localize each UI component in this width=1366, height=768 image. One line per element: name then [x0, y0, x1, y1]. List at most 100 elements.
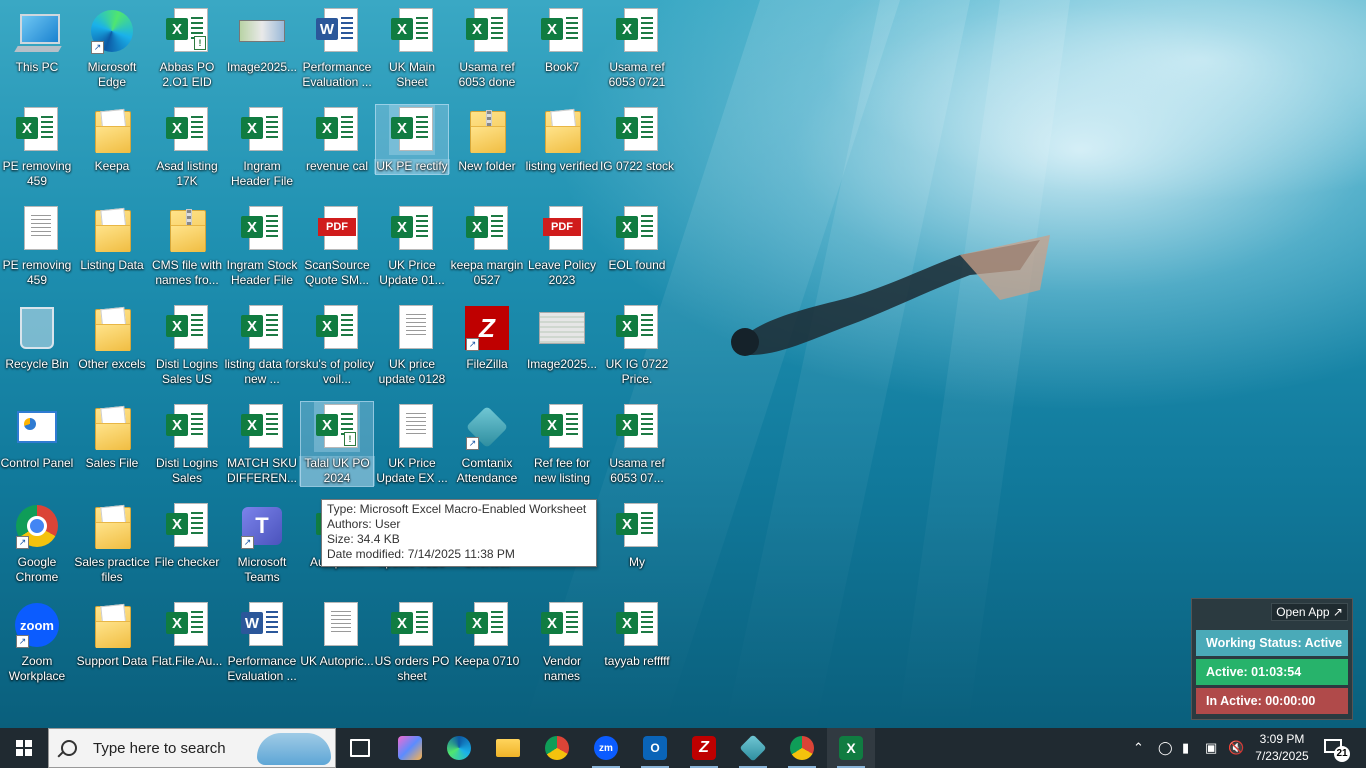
desktop-icon[interactable]: Xtayyab refffff: [601, 600, 673, 669]
desktop-icon[interactable]: Listing Data: [76, 204, 148, 273]
desktop-icon[interactable]: Image2025...: [226, 6, 298, 75]
show-hidden-icons-chevron[interactable]: ⌃: [1133, 739, 1144, 757]
desktop-icon[interactable]: X Usama ref 6053 07...: [601, 402, 673, 486]
desktop-icon-label: EOL found: [608, 258, 666, 272]
desktop-icon[interactable]: X IG 0722 stock: [600, 105, 674, 174]
excel-file-icon: X: [239, 105, 285, 155]
desktop-icon[interactable]: listing verified: [526, 105, 598, 174]
taskbar-filezilla[interactable]: Z: [680, 728, 728, 768]
desktop-icon[interactable]: X MATCH SKU DIFFEREN...: [226, 402, 298, 486]
desktop-icon[interactable]: X Ingram Stock Header File: [226, 204, 298, 288]
taskbar-zoom[interactable]: zm: [582, 728, 630, 768]
desktop-icon[interactable]: PDF Leave Policy 2023: [526, 204, 598, 288]
desktop-icon[interactable]: T ↗ Microsoft Teams: [226, 501, 298, 585]
desktop-icon[interactable]: Sales practice files: [74, 501, 150, 585]
start-button[interactable]: [0, 728, 48, 768]
desktop-icon[interactable]: ↗ Microsoft Edge: [76, 6, 148, 90]
desktop-icon[interactable]: Image2025...: [526, 303, 598, 372]
excel-file-icon: X: [239, 402, 285, 452]
desktop-icon-label: UK Autopric...: [300, 654, 374, 668]
desktop-icon[interactable]: ↗ Comtanix Attendance: [451, 402, 523, 486]
desktop-icon[interactable]: UK price update 0128: [376, 303, 448, 387]
desktop-icon-label: tayyab refffff: [604, 654, 670, 668]
desktop-icon[interactable]: CMS file with names fro...: [151, 204, 223, 288]
desktop-icon[interactable]: X Disti Logins Sales US: [151, 303, 223, 387]
desktop-icon[interactable]: Xsku's of policy voil...: [300, 303, 374, 387]
desktop-icon[interactable]: Xlisting data for new ...: [225, 303, 299, 387]
desktop-icon[interactable]: X Flat.File.Au...: [151, 600, 223, 669]
desktop-icon[interactable]: zoom ↗ Zoom Workplace: [1, 600, 73, 684]
taskbar-chrome[interactable]: [533, 728, 581, 768]
search-box[interactable]: Type here to search: [48, 728, 336, 768]
desktop-icon-label: Talal UK PO 2024: [299, 456, 375, 486]
desktop-icon[interactable]: X File checker: [151, 501, 223, 570]
battery-icon[interactable]: ▮: [1182, 739, 1189, 757]
desktop-icon[interactable]: X My: [601, 501, 673, 570]
desktop-icon[interactable]: X Asad listing 17K: [151, 105, 223, 189]
desktop-icon[interactable]: X UK Main Sheet: [376, 6, 448, 90]
taskbar-copilot[interactable]: [386, 728, 434, 768]
desktop-icon[interactable]: This PC: [1, 6, 73, 75]
pdf-file-icon: PDF: [539, 204, 585, 254]
excel-file-icon: X: [614, 303, 660, 353]
edge-icon: ↗: [89, 6, 135, 56]
desktop-icon[interactable]: Xrevenue cal: [301, 105, 373, 174]
desktop-icon[interactable]: X! Abbas PO 2.O1 EID: [151, 6, 223, 90]
desktop-icon[interactable]: X Ingram Header File: [226, 105, 298, 189]
desktop-icon[interactable]: X Ref fee for new listing: [526, 402, 598, 486]
desktop-icon[interactable]: ↗ Google Chrome: [1, 501, 73, 585]
desktop-icon[interactable]: X UK Price Update 01...: [376, 204, 448, 288]
tooltip-size: Size: 34.4 KB: [327, 532, 400, 546]
desktop-icon[interactable]: Sales File: [76, 402, 148, 471]
desktop-icon[interactable]: X UK IG 0722 Price.: [601, 303, 673, 387]
desktop-icon-label: ScanSource Quote SM...: [304, 258, 370, 287]
desktop-icon[interactable]: W Performance Evaluation ...: [301, 6, 373, 90]
desktop-icon[interactable]: Xkeepa margin 0527: [451, 204, 523, 288]
desktop-icon[interactable]: X Usama ref 6053 done: [451, 6, 523, 90]
desktop-icon[interactable]: Keepa: [76, 105, 148, 174]
desktop-icon[interactable]: X Book7: [526, 6, 598, 75]
network-icon[interactable]: ▣: [1205, 739, 1217, 757]
notification-center-button[interactable]: 21: [1322, 736, 1350, 762]
word-file-icon: W: [314, 6, 360, 56]
desktop-icon-label: Disti Logins Sales US: [155, 357, 219, 386]
desktop-icon[interactable]: X UK PE rectify: [374, 104, 450, 175]
desktop-icon[interactable]: UK Price Update EX ...: [376, 402, 448, 486]
task-view-button[interactable]: [336, 728, 384, 768]
taskbar-comtanix[interactable]: [729, 728, 777, 768]
meet-now-icon[interactable]: ◯: [1158, 739, 1173, 757]
desktop-icon-label: Usama ref 6053 07...: [609, 456, 665, 485]
desktop-icon[interactable]: X Keepa 0710: [451, 600, 523, 669]
zoom-icon: zm: [594, 736, 618, 760]
taskbar-excel[interactable]: X: [827, 728, 875, 768]
desktop-icon[interactable]: Z ↗ FileZilla: [451, 303, 523, 372]
desktop-icon[interactable]: Support Data: [76, 600, 148, 669]
desktop-icon[interactable]: W Performance Evaluation ...: [226, 600, 298, 684]
desktop-icon[interactable]: X US orders PO sheet: [375, 600, 449, 684]
desktop-icon[interactable]: X! Talal UK PO 2024: [299, 401, 375, 487]
desktop-icon[interactable]: X Disti Logins Sales: [151, 402, 223, 486]
desktop-icon-label: Abbas PO 2.O1 EID: [159, 60, 215, 89]
desktop-icon[interactable]: X Vendor names: [526, 600, 598, 684]
desktop-icon[interactable]: Control Panel: [1, 402, 73, 471]
folder-icon: [89, 105, 135, 155]
desktop-icon[interactable]: X PE removing 459: [1, 105, 73, 189]
desktop-icon-label: Control Panel: [0, 456, 74, 470]
document-file-icon: [389, 402, 435, 452]
taskbar-file-explorer[interactable]: [484, 728, 532, 768]
taskbar-chrome-profile[interactable]: [778, 728, 826, 768]
taskbar-outlook[interactable]: O: [631, 728, 679, 768]
taskbar-edge[interactable]: [435, 728, 483, 768]
desktop-icon[interactable]: PE removing 459: [1, 204, 73, 288]
desktop-icon[interactable]: UK Autopric...: [300, 600, 374, 669]
open-app-button[interactable]: Open App ↗: [1271, 603, 1348, 621]
excel-file-icon: X: [614, 402, 660, 452]
desktop-icon[interactable]: X EOL found: [601, 204, 673, 273]
volume-muted-icon[interactable]: 🔇: [1228, 739, 1244, 757]
desktop-icon[interactable]: Other excels: [76, 303, 148, 372]
desktop-icon[interactable]: X Usama ref 6053 0721: [601, 6, 673, 90]
desktop-icon[interactable]: New folder: [451, 105, 523, 174]
desktop-icon[interactable]: PDF ScanSource Quote SM...: [301, 204, 373, 288]
clock[interactable]: 3:09 PM 7/23/2025: [1244, 731, 1320, 765]
desktop-icon[interactable]: Recycle Bin: [1, 303, 73, 372]
